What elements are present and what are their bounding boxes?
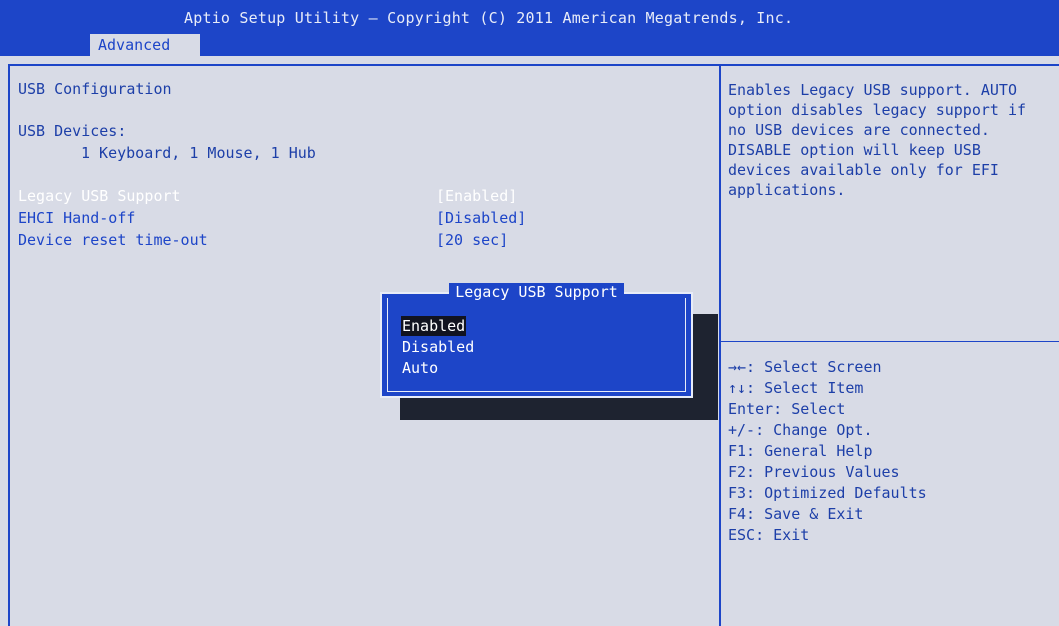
key-select-item: ↑↓: Select Item [728, 379, 864, 397]
window-title: Aptio Setup Utility – Copyright (C) 2011… [184, 9, 794, 27]
setting-value-ehci-handoff[interactable]: [Disabled] [436, 208, 526, 228]
title-bar: Aptio Setup Utility – Copyright (C) 2011… [0, 0, 1059, 56]
help-text: Enables Legacy USB support. AUTO option … [728, 81, 1036, 199]
key-general-help: F1: General Help [728, 442, 873, 460]
key-change-opt: +/-: Change Opt. [728, 421, 873, 439]
popup-title-wrap: Legacy USB Support [382, 283, 691, 301]
setting-label-ehci-handoff[interactable]: EHCI Hand-off [18, 208, 135, 228]
legacy-usb-popup: Legacy USB Support Enabled Disabled Auto [380, 283, 693, 398]
setting-value-legacy-usb[interactable]: [Enabled] [436, 186, 517, 206]
popup-title: Legacy USB Support [449, 283, 624, 301]
section-title: USB Configuration [18, 80, 172, 98]
tab-advanced[interactable]: Advanced [90, 34, 200, 56]
key-enter: Enter: Select [728, 400, 846, 418]
setting-label-device-reset[interactable]: Device reset time-out [18, 230, 208, 250]
usb-devices-label: USB Devices: [18, 122, 127, 140]
key-optimized-defaults: F3: Optimized Defaults [728, 484, 927, 502]
help-divider [721, 341, 1059, 342]
usb-devices-value: 1 Keyboard, 1 Mouse, 1 Hub [81, 144, 316, 162]
popup-option-auto[interactable]: Auto [401, 358, 439, 378]
popup-option-disabled[interactable]: Disabled [401, 337, 475, 357]
popup-option-enabled[interactable]: Enabled [401, 316, 467, 336]
key-select-screen: →←: Select Screen [728, 358, 882, 376]
vertical-divider [719, 64, 721, 626]
setting-label-legacy-usb[interactable]: Legacy USB Support [18, 186, 181, 206]
key-previous-values: F2: Previous Values [728, 463, 900, 481]
key-esc-exit: ESC: Exit [728, 526, 810, 544]
setting-value-device-reset[interactable]: [20 sec] [436, 230, 508, 250]
key-save-exit: F4: Save & Exit [728, 505, 864, 523]
